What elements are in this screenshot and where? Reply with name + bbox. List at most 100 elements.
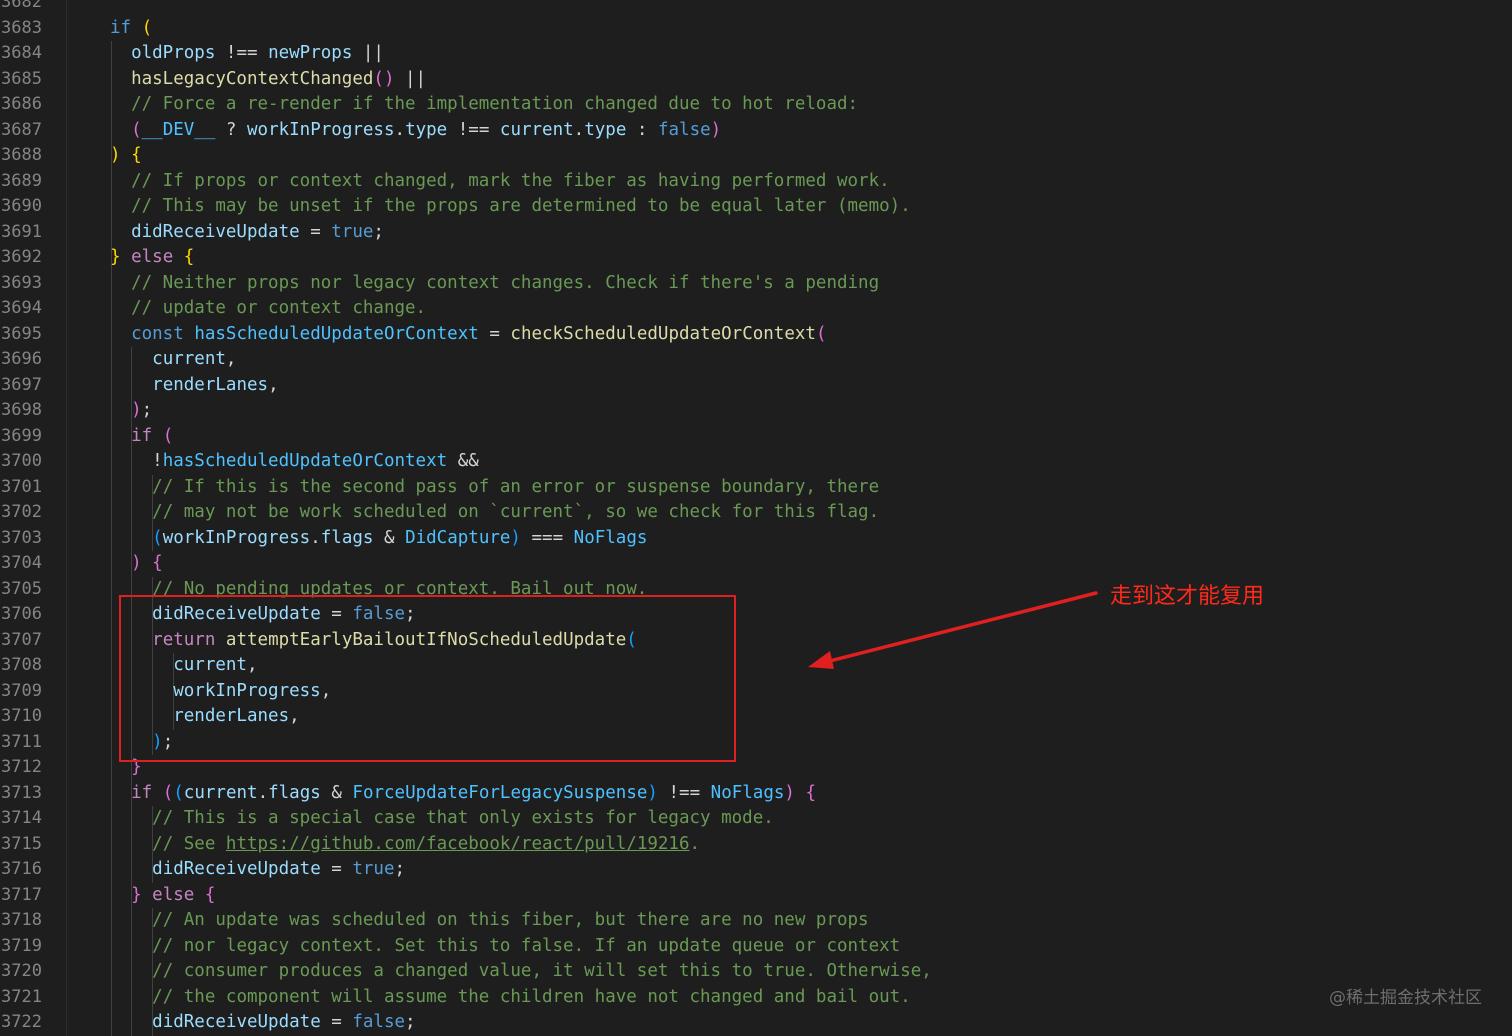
code-line[interactable]: // update or context change. [110,296,426,322]
code-token: didReceiveUpdate [152,1012,321,1032]
code-token: if [131,425,153,446]
code-token: , [225,349,237,369]
code-line[interactable]: // This is a special case that only exis… [110,806,774,832]
code-token: __DEV__ [141,119,216,140]
code-line[interactable]: didReceiveUpdate = true; [110,220,384,246]
code-token: current [152,349,226,369]
code-line[interactable]: // may not be work scheduled on `current… [110,500,879,526]
code-token: . [310,527,321,548]
code-token: !== [215,43,269,63]
code-line[interactable]: const hasScheduledUpdateOrContext = chec… [110,322,826,348]
code-token: () [373,68,395,89]
code-line[interactable]: !hasScheduledUpdateOrContext && [110,449,479,475]
code-line[interactable]: ) { [110,551,163,577]
code-line[interactable]: if ( [110,424,173,450]
code-token: ! [110,451,163,471]
code-editor[interactable]: 3682 3683 3684 3685 3686 3687 3688 3689 3690 3691… [0,0,1512,1036]
code-line[interactable]: // See https://github.com/facebook/react… [110,832,700,858]
code-token: newProps [268,43,353,63]
code-line[interactable]: ) { [110,143,142,169]
code-token: if [131,782,153,803]
code-token: // See [152,833,226,854]
code-token: ) [110,145,121,165]
code-line[interactable]: (__DEV__ ? workInProgress.type !== curre… [110,118,721,144]
code-token: ForceUpdateForLegacySuspense [352,782,648,803]
code-line[interactable]: // nor legacy context. Set this to false… [110,934,900,960]
code-token: true [331,221,374,242]
code-token: // consumer produces a changed value, it… [152,961,932,981]
code-link[interactable]: https://github.com/facebook/react/pull/1… [226,834,690,854]
code-token: else [131,247,174,267]
code-token: !== [657,782,711,803]
code-token: current [499,119,574,140]
code-token: ) [784,782,795,803]
code-line[interactable]: // An update was scheduled on this fiber… [110,908,868,934]
code-token: // the component will assume the childre… [152,986,911,1007]
code-line[interactable]: if ((current.flags & ForceUpdateForLegac… [110,781,816,807]
watermark-text: @稀土掘金技术社区 [1329,988,1482,1008]
code-line[interactable]: // Neither props nor legacy context chan… [110,271,879,297]
code-token: workInProgress [162,527,311,548]
code-token: === [520,527,574,548]
code-line[interactable]: // If this is the second pass of an erro… [110,475,879,501]
code-token: // may not be work scheduled on `current… [152,502,880,522]
code-line[interactable]: (workInProgress.flags & DidCapture) === … [110,526,647,552]
code-token: ; [373,221,384,242]
code-line[interactable]: didReceiveUpdate = false; [110,1010,416,1036]
code-token: true [352,859,395,879]
code-token: workInProgress [247,119,395,140]
code-line[interactable]: // the component will assume the childre… [110,985,911,1011]
code-line[interactable]: } else { [110,883,215,909]
code-line[interactable]: if ( [110,16,152,42]
code-token: ; [405,1012,416,1032]
code-line[interactable]: ); [110,398,152,424]
code-line[interactable]: didReceiveUpdate = true; [110,857,405,883]
code-token: false [657,119,711,140]
code-line[interactable]: // This may be unset if the props are de… [110,194,911,220]
code-line[interactable]: // consumer produces a changed value, it… [110,959,932,985]
code-token: & [320,782,353,803]
code-token: ( [162,782,174,803]
code-line[interactable]: // Force a re-render if the implementati… [110,92,858,118]
code-token: false [352,1012,406,1032]
code-token: , [268,374,279,395]
code-token: // Force a re-render if the implementati… [131,94,859,114]
code-line[interactable]: // If props or context changed, mark the… [110,169,890,195]
code-line[interactable]: oldProps !== newProps || [110,41,384,67]
code-token: { [152,553,163,573]
code-token: hasLegacyContextChanged [131,68,374,89]
code-token: ) [647,782,658,803]
code-token: const [131,323,184,344]
code-token: flags [268,782,321,803]
code-token: renderLanes [152,374,269,395]
code-token: ( [152,527,163,548]
code-line[interactable]: hasLegacyContextChanged() || [110,67,426,93]
code-token: || [394,68,427,89]
code-line[interactable]: current, [110,347,236,373]
code-area[interactable]: if ( oldProps !== newProps || hasLegacyC… [0,0,1512,1036]
code-line[interactable]: } else { [110,245,194,271]
code-token: // This may be unset if the props are de… [131,196,911,216]
code-line[interactable]: renderLanes, [110,373,279,399]
code-token: DidCapture [405,527,511,548]
code-token: = [299,221,332,242]
